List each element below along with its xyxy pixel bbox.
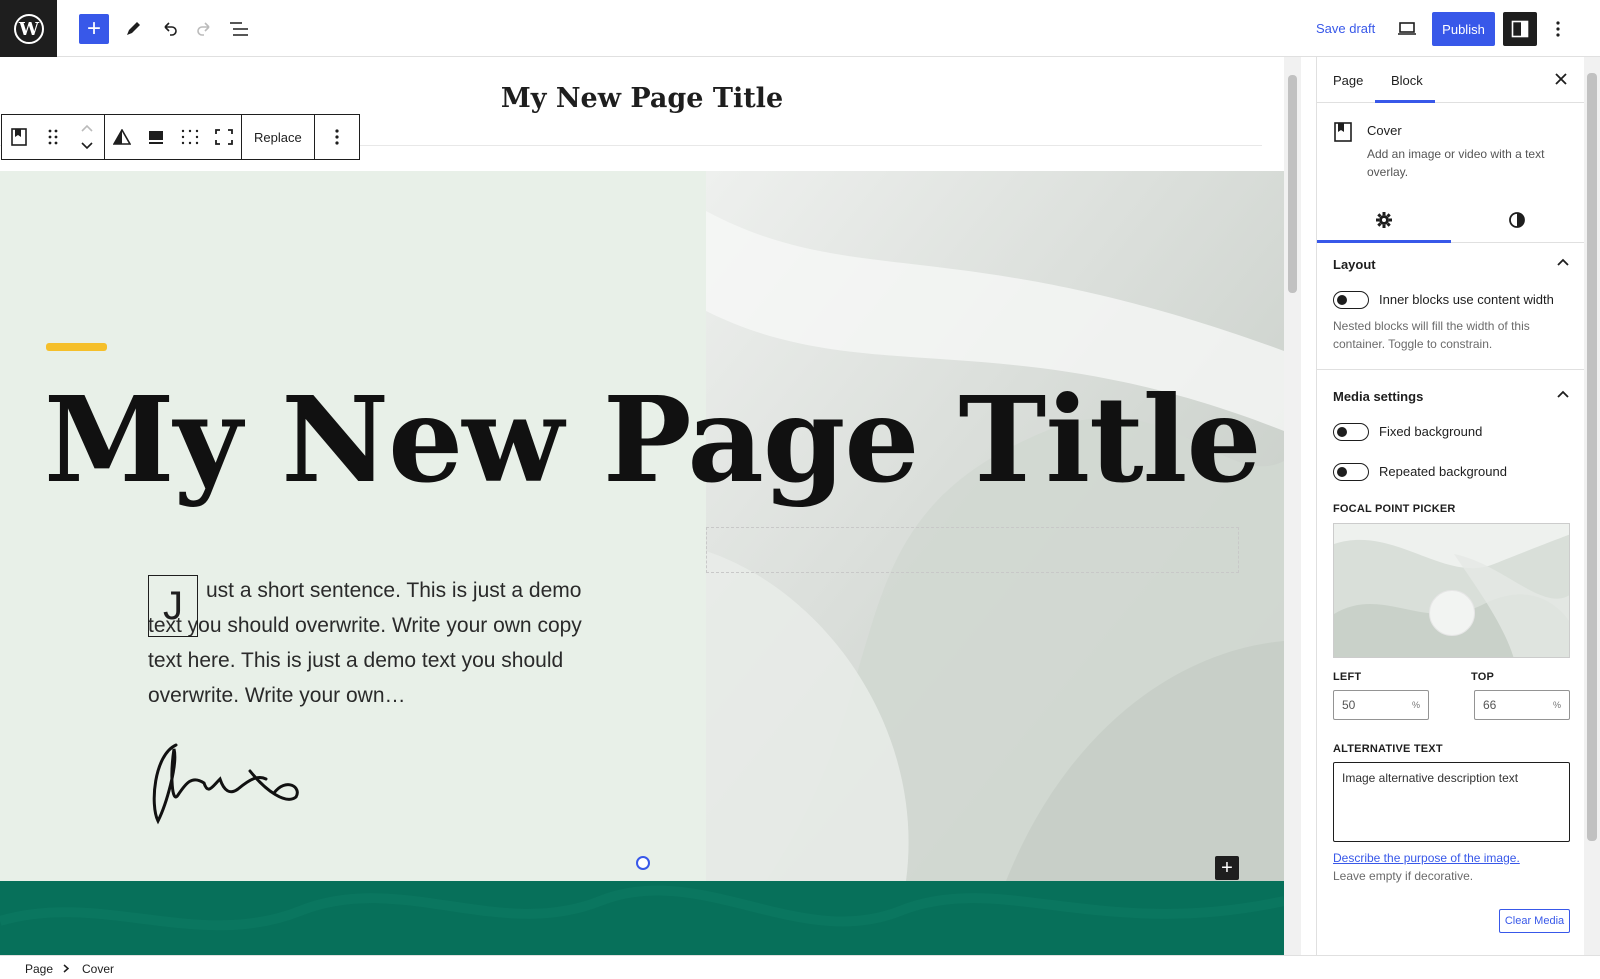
settings-sidebar: Page Block Cover Add an image or video w… [1316, 57, 1584, 955]
sidebar-subtabs [1317, 199, 1584, 243]
redo-icon[interactable] [189, 14, 219, 44]
add-inner-block-button[interactable]: + [1215, 856, 1239, 880]
sidebar-scroll-thumb[interactable] [1587, 73, 1597, 841]
toolbar-group-block [2, 115, 105, 159]
focal-point-handle[interactable] [1429, 590, 1475, 636]
focal-top-value: 66 [1483, 698, 1497, 712]
cover-heading[interactable]: My New Page Title [44, 369, 1262, 511]
repeated-background-toggle[interactable] [1333, 463, 1369, 481]
pencil-tools-icon[interactable] [118, 14, 148, 44]
focal-left-input[interactable]: 50 % [1333, 690, 1429, 720]
cover-paragraph[interactable]: ust a short sentence. This is just a dem… [148, 573, 608, 713]
chevron-up-icon[interactable] [1557, 255, 1569, 269]
sidebar-tabs: Page Block [1317, 57, 1584, 103]
inner-blocks-content-width-toggle[interactable] [1333, 291, 1369, 309]
options-menu-icon[interactable] [1543, 14, 1573, 44]
close-icon[interactable] [1555, 69, 1567, 90]
cover-background-image [706, 171, 1284, 881]
overlay-duotone-icon[interactable] [105, 115, 139, 159]
cover-block-icon [1333, 121, 1353, 148]
block-description: Add an image or video with a text overla… [1367, 147, 1545, 179]
signature-image [146, 735, 306, 836]
svg-text:W: W [17, 19, 39, 40]
describe-purpose-link[interactable]: Describe the purpose of the image. [1333, 851, 1520, 865]
cover-block[interactable]: My New Page Title ust a short sentence. … [0, 171, 1284, 881]
move-up-down-icon[interactable] [70, 115, 104, 159]
replace-media-button[interactable]: Replace [242, 115, 314, 159]
tab-page[interactable]: Page [1333, 73, 1363, 88]
active-tab-indicator [1375, 100, 1435, 103]
editor-top-bar: W + Save draft Publish [0, 0, 1600, 57]
toolbar-group-more [315, 115, 359, 159]
clear-media-button[interactable]: Clear Media [1499, 909, 1570, 933]
sidebar-scrollbar[interactable] [1584, 57, 1600, 955]
percent-unit: % [1552, 700, 1561, 710]
panel-divider [1317, 369, 1584, 370]
block-name: Cover [1367, 123, 1402, 138]
next-section-block[interactable] [0, 881, 1284, 955]
layout-panel-heading[interactable]: Layout [1333, 257, 1376, 272]
editor-canvas: My New Page Title My New Page Title ust … [0, 57, 1284, 955]
repeated-background-label: Repeated background [1379, 464, 1507, 479]
chevron-right-icon [63, 962, 70, 976]
cover-left-panel [0, 171, 706, 881]
full-height-icon[interactable] [207, 115, 241, 159]
drag-handle-icon[interactable] [36, 115, 70, 159]
active-subtab-indicator [1317, 240, 1451, 243]
focal-top-input[interactable]: 66 % [1474, 690, 1570, 720]
top-label: TOP [1471, 671, 1495, 683]
left-label: LEFT [1333, 671, 1362, 683]
preview-device-icon[interactable] [1392, 14, 1422, 44]
breadcrumb-page[interactable]: Page [25, 962, 53, 976]
accent-bar [46, 343, 107, 351]
alt-text-textarea[interactable]: Image alternative description text [1333, 762, 1570, 842]
canvas-scroll-thumb[interactable] [1288, 75, 1297, 293]
tab-block[interactable]: Block [1391, 73, 1423, 88]
settings-sidebar-toggle-icon[interactable] [1503, 12, 1537, 46]
block-options-icon[interactable] [315, 115, 359, 159]
chevron-up-icon[interactable] [1557, 387, 1569, 401]
add-block-button[interactable]: + [79, 14, 109, 44]
fixed-background-toggle[interactable] [1333, 423, 1369, 441]
publish-button[interactable]: Publish [1432, 12, 1495, 46]
canvas-scrollbar[interactable] [1284, 57, 1301, 955]
undo-icon[interactable] [155, 14, 185, 44]
layout-help-text: Nested blocks will fill the width of thi… [1333, 319, 1530, 351]
empty-block-placeholder[interactable] [706, 527, 1239, 573]
percent-unit: % [1411, 700, 1420, 710]
page-title[interactable]: My New Page Title [0, 83, 1284, 114]
settings-gear-icon[interactable] [1375, 211, 1393, 234]
alt-text-label: ALTERNATIVE TEXT [1333, 743, 1443, 755]
focal-point-picker[interactable] [1333, 523, 1570, 658]
fixed-background-label: Fixed background [1379, 424, 1483, 439]
block-toolbar: Replace [1, 114, 360, 160]
cover-resize-handle[interactable] [636, 856, 650, 870]
focal-point-label: FOCAL POINT PICKER [1333, 503, 1456, 515]
dropcap-letter: J [148, 575, 198, 637]
cover-block-icon[interactable] [2, 115, 36, 159]
save-draft-button[interactable]: Save draft [1316, 21, 1375, 36]
styles-contrast-icon[interactable] [1508, 211, 1526, 234]
media-settings-heading[interactable]: Media settings [1333, 389, 1423, 404]
document-overview-icon[interactable] [224, 14, 254, 44]
content-position-icon[interactable] [139, 115, 173, 159]
breadcrumb-cover[interactable]: Cover [82, 962, 114, 976]
align-wide-icon[interactable] [173, 115, 207, 159]
toolbar-group-replace: Replace [242, 115, 315, 159]
focal-left-value: 50 [1342, 698, 1356, 712]
alt-help-text: Leave empty if decorative. [1333, 869, 1474, 883]
toolbar-group-cover-settings [105, 115, 242, 159]
breadcrumb: Page Cover [0, 955, 1600, 979]
inner-blocks-toggle-label: Inner blocks use content width [1379, 292, 1554, 307]
wordpress-logo-icon[interactable]: W [0, 0, 57, 57]
